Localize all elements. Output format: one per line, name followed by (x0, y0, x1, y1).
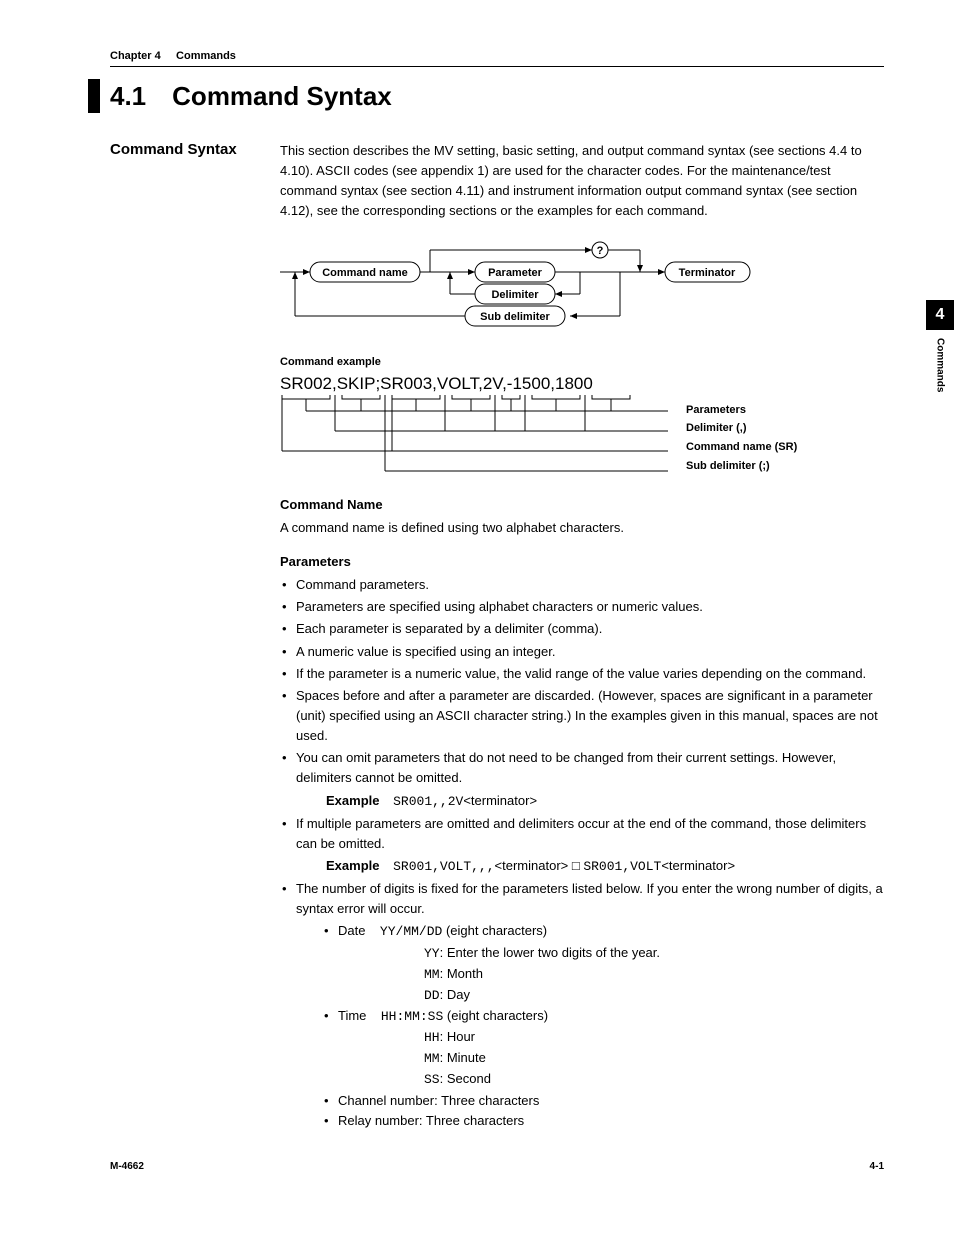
svg-text:Delimiter: Delimiter (491, 289, 539, 301)
command-example-diagram: SR002,SKIP;SR003,VOLT,2V,-1500,1800 (280, 371, 884, 481)
parameters-list: Command parameters. Parameters are speci… (280, 575, 884, 1131)
list-item: A numeric value is specified using an in… (280, 642, 884, 662)
list-item: If the parameter is a numeric value, the… (280, 664, 884, 684)
intro-paragraph: This section describes the MV setting, b… (280, 141, 884, 222)
list-item: Relay number: Three characters (324, 1111, 884, 1131)
list-item: Time HH:MM:SS (eight characters) HH: Hou… (324, 1006, 884, 1091)
section-number: 4.1 (110, 81, 146, 112)
command-name-text: A command name is defined using two alph… (280, 518, 884, 538)
footer-right: 4-1 (870, 1161, 884, 1172)
list-item: Parameters are specified using alphabet … (280, 597, 884, 617)
legend-delimiter: Delimiter (,) (686, 419, 797, 438)
list-item: Date YY/MM/DD (eight characters) YY: Ent… (324, 921, 884, 1006)
svg-text:SR002,SKIP;SR003,VOLT,2V,-1500: SR002,SKIP;SR003,VOLT,2V,-1500,1800 (280, 374, 593, 393)
command-name-heading: Command Name (280, 495, 884, 515)
list-item: The number of digits is fixed for the pa… (280, 879, 884, 1131)
list-item: Spaces before and after a parameter are … (280, 686, 884, 746)
page-footer: M-4662 4-1 (110, 1161, 884, 1172)
list-item: You can omit parameters that do not need… (280, 748, 884, 811)
legend-parameters: Parameters (686, 401, 797, 420)
list-item: Command parameters. (280, 575, 884, 595)
side-tab-number: 4 (926, 300, 954, 330)
heading-bar-icon (88, 79, 100, 113)
question-mark-icon: ? (597, 245, 604, 257)
command-example-label: Command example (280, 354, 884, 371)
example-2: Example SR001,VOLT,,,<terminator> □ SR00… (326, 856, 884, 877)
list-item: If multiple parameters are omitted and d… (280, 814, 884, 877)
list-item: Channel number: Three characters (324, 1091, 884, 1111)
running-head: Chapter 4 Commands (110, 50, 884, 67)
chapter-title: Commands (176, 50, 236, 62)
svg-text:Command name: Command name (322, 267, 408, 279)
side-tab-label: Commands (935, 330, 946, 400)
chapter-label: Chapter 4 (110, 50, 161, 62)
syntax-flow-diagram: ? Command name Parameter Terminator (280, 238, 884, 344)
section-title: Command Syntax (172, 81, 392, 112)
legend-sub-delimiter: Sub delimiter (;) (686, 457, 797, 476)
svg-text:Terminator: Terminator (679, 267, 736, 279)
legend-command-name: Command name (SR) (686, 438, 797, 457)
svg-text:Sub delimiter: Sub delimiter (480, 311, 550, 323)
example-1: Example SR001,,2V<terminator> (326, 791, 884, 812)
parameters-heading: Parameters (280, 552, 884, 572)
section-heading: 4.1 Command Syntax (110, 79, 884, 113)
svg-text:Parameter: Parameter (488, 267, 543, 279)
subsection-heading: Command Syntax (110, 141, 280, 158)
footer-left: M-4662 (110, 1161, 144, 1172)
list-item: Each parameter is separated by a delimit… (280, 619, 884, 639)
side-tab: 4 Commands (926, 300, 954, 400)
